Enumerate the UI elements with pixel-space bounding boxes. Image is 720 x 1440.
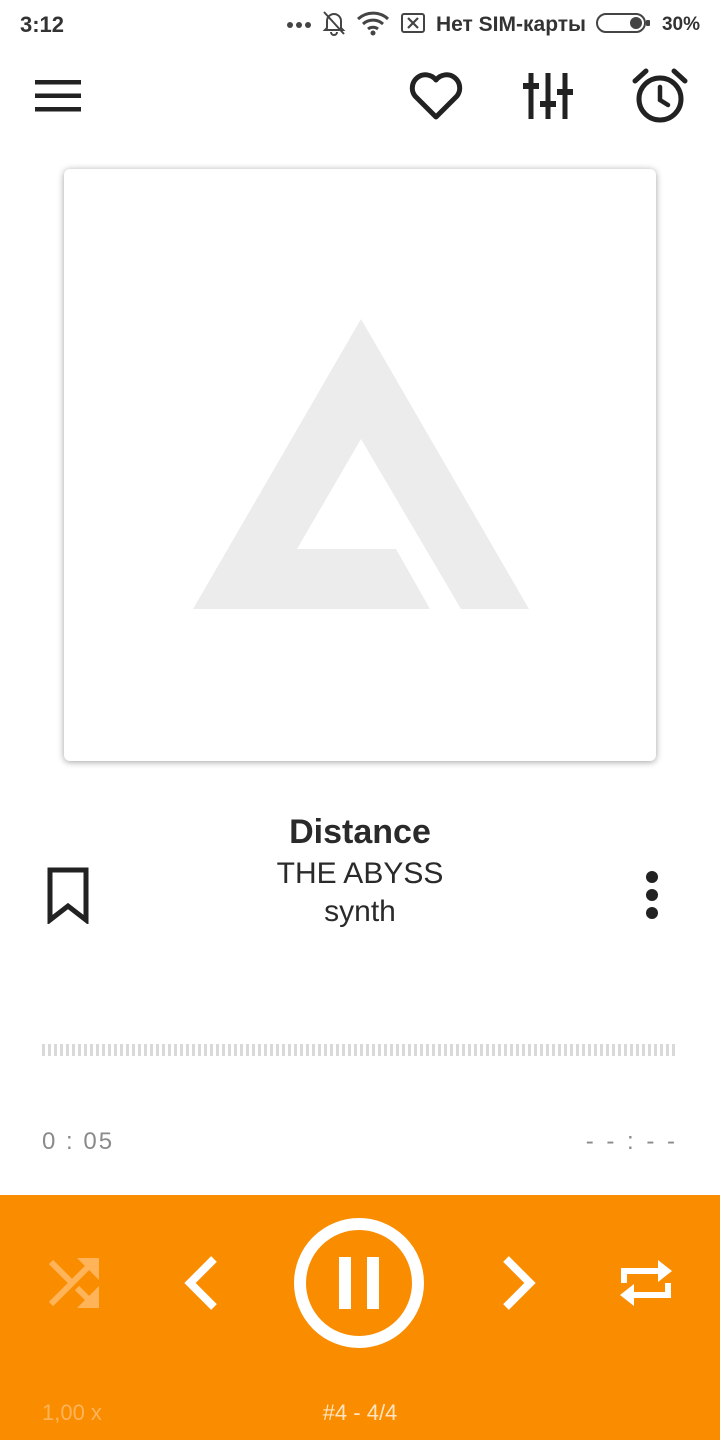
favorite-button[interactable] [406, 66, 466, 126]
repeat-button[interactable] [608, 1250, 684, 1316]
status-icons: Нет SIM-карты 30% [286, 10, 700, 40]
menu-icon [35, 80, 81, 112]
bookmark-icon [47, 867, 89, 924]
bookmark-button[interactable] [38, 860, 98, 930]
equalizer-button[interactable] [518, 66, 578, 126]
more-vert-icon [646, 871, 658, 919]
album-art [64, 169, 656, 761]
menu-button[interactable] [28, 66, 88, 126]
track-genre: synth [324, 895, 396, 928]
status-time: 3:12 [20, 12, 65, 37]
shuffle-icon [48, 1258, 99, 1308]
previous-button[interactable] [168, 1250, 232, 1316]
status-bar: 3:12 Нет SIM-карты 30% [0, 0, 720, 52]
playback-speed[interactable]: 1,00 x [42, 1400, 102, 1426]
seek-bar[interactable] [42, 1044, 678, 1056]
no-sim-icon [400, 12, 426, 39]
track-info: Distance THE ABYSS synth [130, 810, 590, 930]
chevron-left-icon [184, 1256, 217, 1310]
sleep-timer-button[interactable] [630, 66, 690, 126]
chevron-right-icon [503, 1256, 536, 1310]
bell-off-icon [322, 10, 346, 41]
shuffle-button[interactable] [40, 1250, 110, 1316]
heart-icon [409, 72, 463, 120]
pause-icon [294, 1218, 424, 1348]
alarm-icon [632, 68, 688, 123]
elapsed-time: 0 : 05 [42, 1128, 115, 1155]
battery-percent: 30% [661, 14, 700, 35]
track-artist[interactable]: THE ABYSS [130, 854, 590, 894]
repeat-icon [620, 1260, 672, 1306]
more-dots-icon [286, 16, 312, 34]
total-time: - - : - - [585, 1128, 678, 1155]
next-button[interactable] [488, 1250, 552, 1316]
play-pause-button[interactable] [293, 1217, 425, 1349]
app-logo-placeholder [193, 319, 529, 609]
equalizer-icon [523, 73, 573, 119]
carrier-label: Нет SIM-карты [435, 13, 586, 36]
wifi-icon [356, 10, 390, 41]
queue-position: #4 - 4/4 [322, 1400, 398, 1425]
more-options-button[interactable] [624, 860, 680, 930]
battery-icon [595, 12, 652, 39]
track-title: Distance [289, 813, 431, 851]
